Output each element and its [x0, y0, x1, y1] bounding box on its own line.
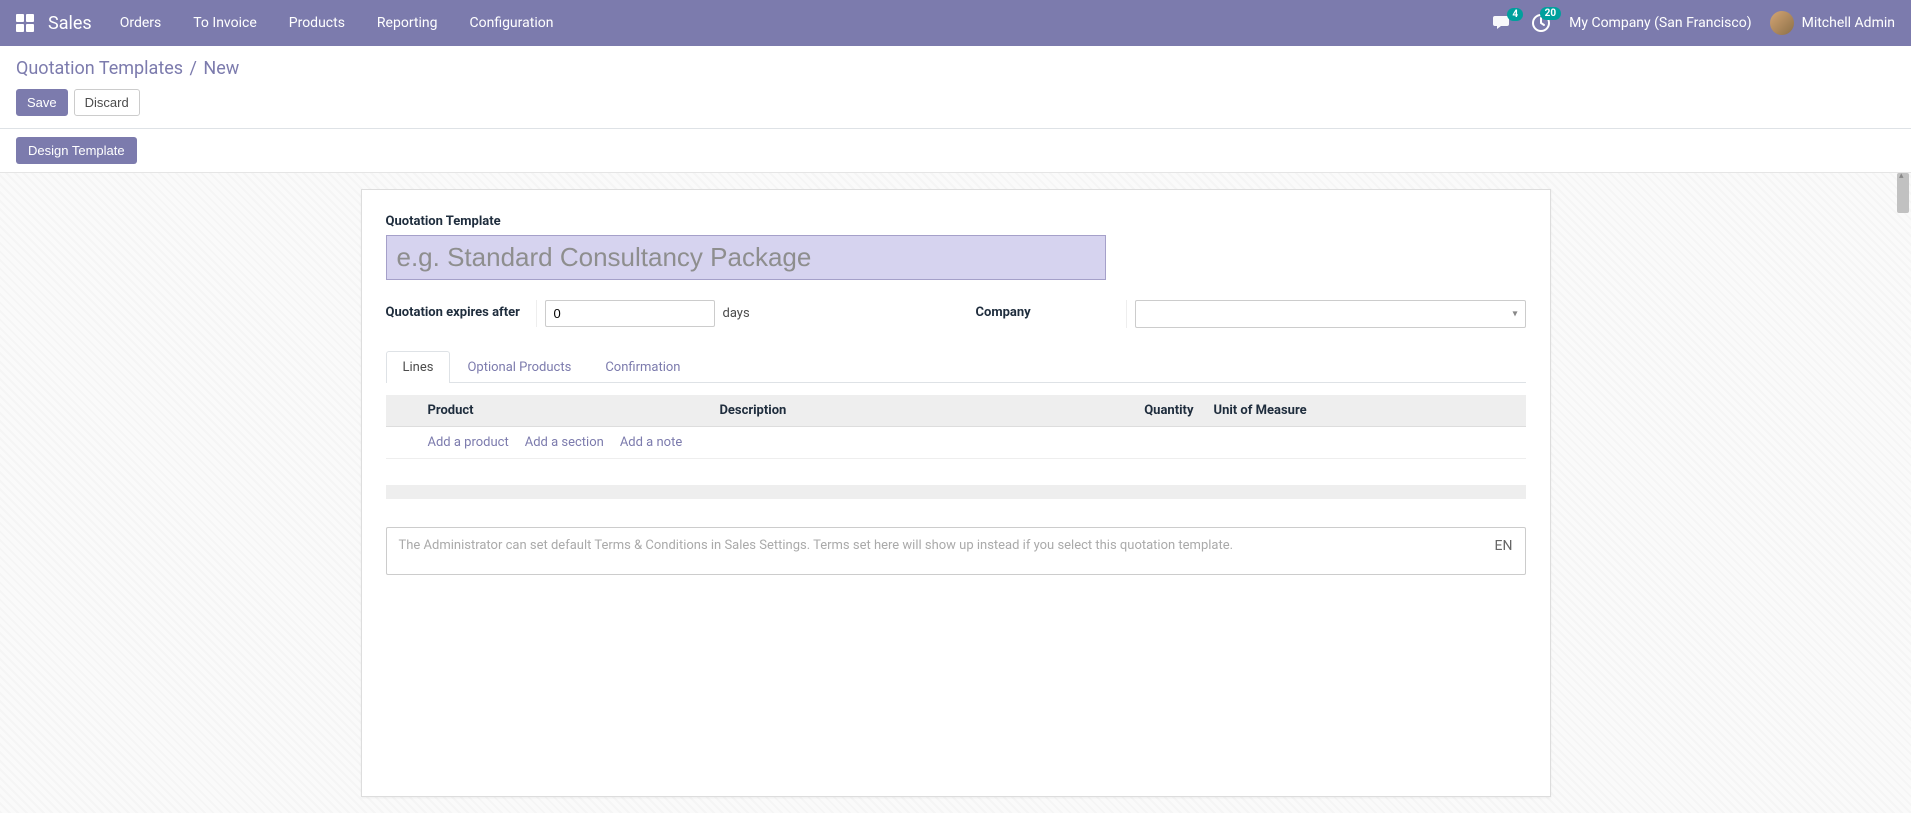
breadcrumb: Quotation Templates / New	[16, 58, 1895, 79]
add-note-link[interactable]: Add a note	[620, 435, 682, 450]
tab-confirmation[interactable]: Confirmation	[588, 351, 697, 383]
apps-icon[interactable]	[16, 14, 34, 32]
terms-language-toggle[interactable]: EN	[1495, 538, 1513, 554]
user-name: Mitchell Admin	[1802, 15, 1895, 31]
expires-after-input[interactable]	[545, 300, 715, 327]
top-navbar: Sales Orders To Invoice Products Reporti…	[0, 0, 1911, 46]
discard-button[interactable]: Discard	[74, 89, 140, 116]
main-menu: Orders To Invoice Products Reporting Con…	[120, 15, 554, 31]
expires-unit: days	[723, 306, 750, 321]
terms-textarea[interactable]: The Administrator can set default Terms …	[386, 527, 1526, 575]
col-product: Product	[418, 395, 710, 427]
tab-lines[interactable]: Lines	[386, 351, 451, 383]
status-bar: Design Template	[0, 129, 1911, 173]
breadcrumb-current: New	[203, 58, 239, 79]
table-actions-row: Add a product Add a section Add a note	[386, 427, 1526, 459]
col-description: Description	[709, 395, 1093, 427]
messages-icon[interactable]: 4	[1493, 14, 1513, 32]
col-uom: Unit of Measure	[1204, 395, 1494, 427]
menu-orders[interactable]: Orders	[120, 15, 162, 31]
terms-placeholder: The Administrator can set default Terms …	[399, 538, 1234, 553]
col-quantity: Quantity	[1094, 395, 1204, 427]
activities-badge: 20	[1540, 7, 1561, 20]
design-template-button[interactable]: Design Template	[16, 137, 137, 164]
lines-table: Product Description Quantity Unit of Mea…	[386, 395, 1526, 459]
menu-products[interactable]: Products	[289, 15, 345, 31]
breadcrumb-separator: /	[190, 58, 197, 79]
company-switcher[interactable]: My Company (San Francisco)	[1569, 15, 1751, 31]
control-panel: Quotation Templates / New Save Discard	[0, 46, 1911, 129]
user-menu[interactable]: Mitchell Admin	[1770, 11, 1895, 35]
menu-configuration[interactable]: Configuration	[469, 15, 553, 31]
add-section-link[interactable]: Add a section	[525, 435, 604, 450]
vertical-scrollbar[interactable]	[1895, 173, 1911, 813]
app-brand[interactable]: Sales	[48, 13, 92, 34]
tabs: Lines Optional Products Confirmation	[386, 350, 1526, 383]
title-label: Quotation Template	[386, 214, 1526, 229]
save-button[interactable]: Save	[16, 89, 68, 116]
tab-optional-products[interactable]: Optional Products	[450, 351, 588, 383]
form-sheet: Quotation Template Quotation expires aft…	[361, 189, 1551, 797]
company-select[interactable]	[1135, 300, 1526, 328]
menu-reporting[interactable]: Reporting	[377, 15, 438, 31]
avatar	[1770, 11, 1794, 35]
breadcrumb-parent[interactable]: Quotation Templates	[16, 58, 183, 79]
messages-badge: 4	[1507, 8, 1523, 21]
form-area: Quotation Template Quotation expires aft…	[0, 173, 1911, 813]
separator-band	[386, 485, 1526, 499]
menu-to-invoice[interactable]: To Invoice	[193, 15, 257, 31]
expires-label: Quotation expires after	[386, 300, 536, 322]
company-label: Company	[976, 300, 1126, 322]
add-product-link[interactable]: Add a product	[428, 435, 509, 450]
quotation-template-name-input[interactable]	[386, 235, 1106, 280]
activities-icon[interactable]: 20	[1531, 13, 1551, 33]
